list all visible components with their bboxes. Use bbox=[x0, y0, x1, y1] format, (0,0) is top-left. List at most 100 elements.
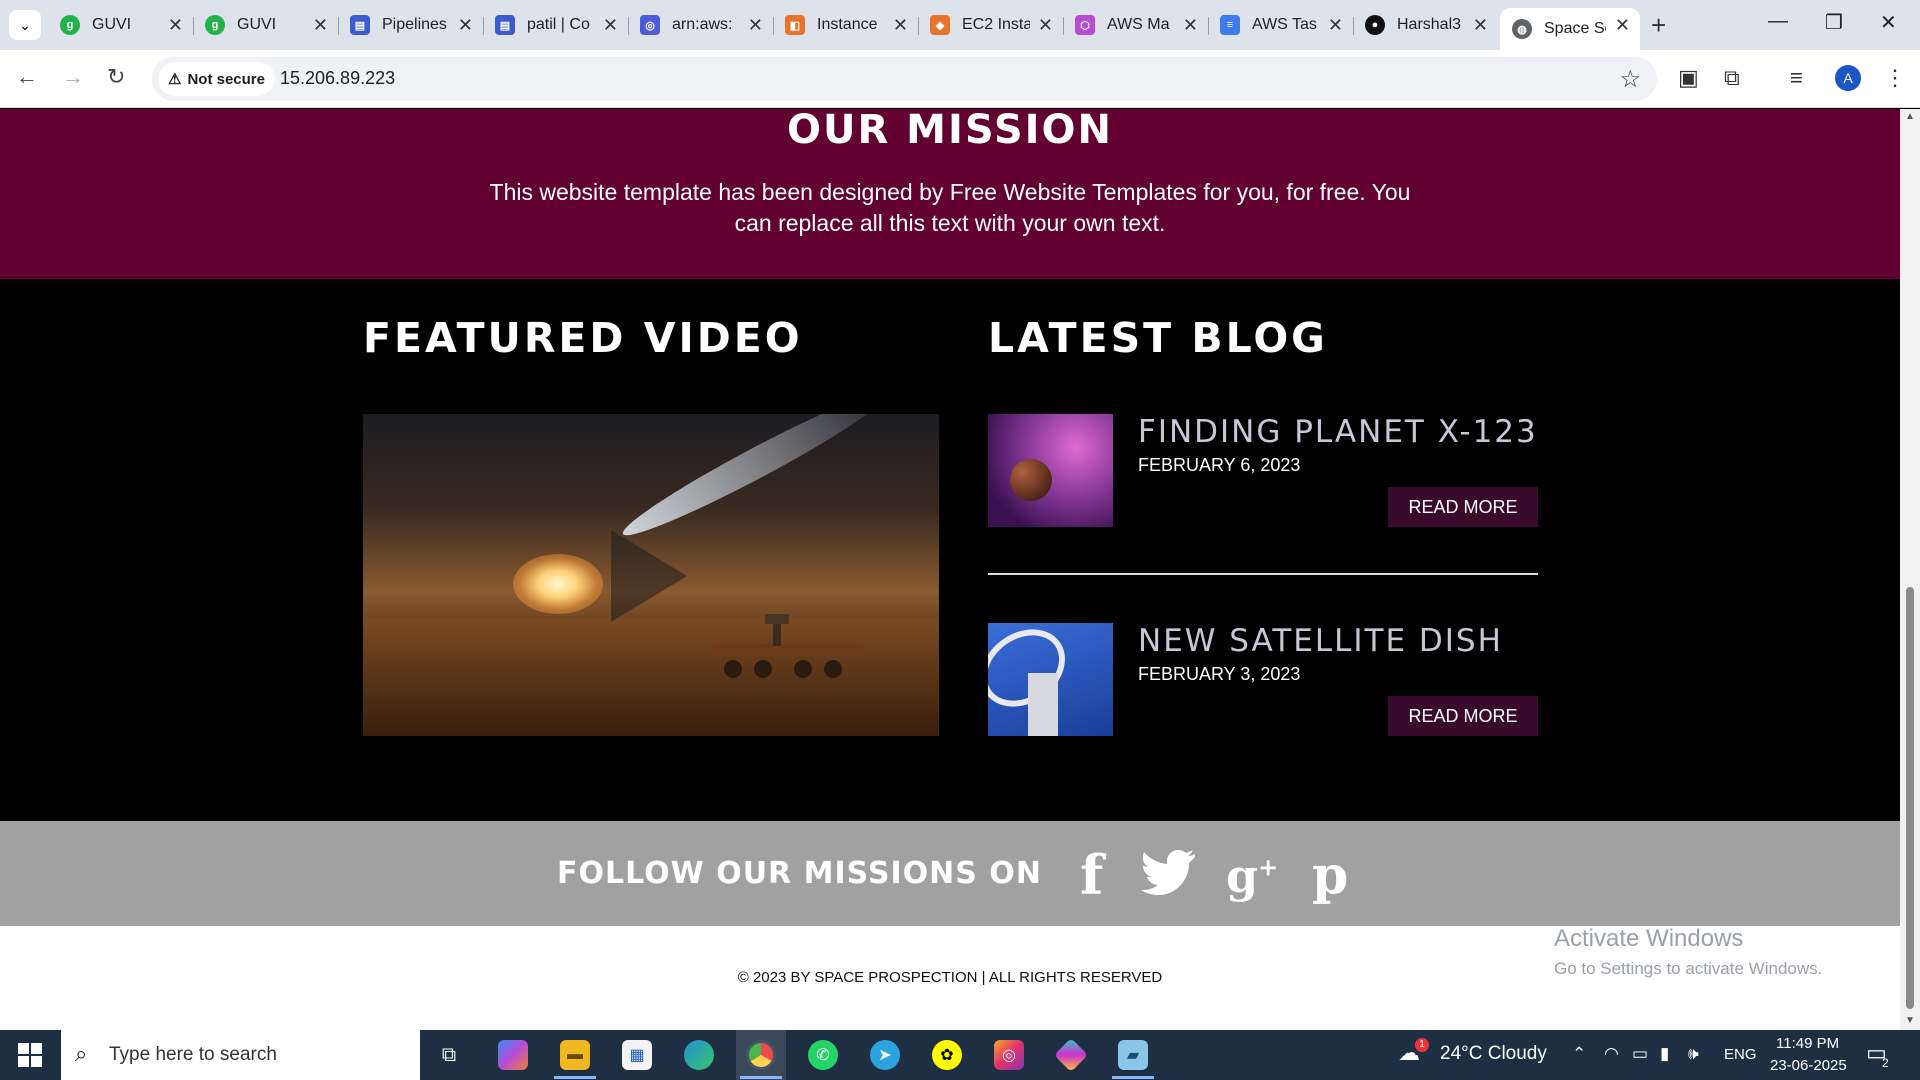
scroll-down-icon[interactable]: ▼ bbox=[1905, 1015, 1915, 1026]
blog-thumbnail-satellite[interactable] bbox=[988, 623, 1113, 736]
tab-space-active[interactable]: ◍ Space Sc ✕ bbox=[1500, 8, 1640, 50]
close-tab-icon[interactable]: ✕ bbox=[168, 15, 183, 36]
windows-taskbar: ⌕ Type here to search ⧉ ▬ ▦ ✆ ➤ ✿ ◎ ▰ ☁ … bbox=[0, 1030, 1920, 1080]
close-tab-icon[interactable]: ✕ bbox=[1183, 15, 1198, 36]
notepad-icon[interactable]: ▰ bbox=[1118, 1040, 1148, 1070]
telegram-icon[interactable]: ➤ bbox=[870, 1040, 900, 1070]
app-diamond-icon[interactable] bbox=[1054, 1038, 1088, 1072]
weather-text[interactable]: 24°C Cloudy bbox=[1440, 1043, 1547, 1065]
clock-time[interactable]: 11:49 PM bbox=[1776, 1035, 1839, 1052]
site-security-chip[interactable]: ⚠ Not secure bbox=[158, 62, 275, 96]
chevron-up-icon[interactable]: ⌃ bbox=[1572, 1044, 1586, 1064]
meet-now-icon[interactable]: ▭ bbox=[1632, 1044, 1648, 1064]
activate-windows-watermark: Activate Windows bbox=[1554, 925, 1744, 952]
instagram-icon[interactable]: ◎ bbox=[994, 1040, 1024, 1070]
aws-ec2-icon: ◧ bbox=[785, 15, 805, 35]
globe-icon: ◍ bbox=[1512, 19, 1532, 39]
google-plus-icon[interactable]: g+ bbox=[1226, 849, 1278, 903]
tab-guvi-2[interactable]: g GUVI ✕ bbox=[193, 8, 339, 42]
warning-icon: ⚠ bbox=[168, 71, 182, 88]
close-tab-icon[interactable]: ✕ bbox=[1328, 15, 1343, 36]
browser-tab-bar: ⌄ g GUVI ✕ g GUVI ✕ ▤ Pipelines ✕ ▤ pati… bbox=[0, 0, 1920, 50]
restore-icon[interactable]: ❐ bbox=[1825, 10, 1843, 35]
close-tab-icon[interactable]: ✕ bbox=[1038, 15, 1053, 36]
more-menu-icon[interactable]: ⋮ bbox=[1884, 65, 1906, 91]
blog-thumbnail-planet[interactable] bbox=[988, 414, 1113, 527]
read-more-button[interactable]: READ MORE bbox=[1388, 487, 1538, 527]
address-bar[interactable]: ⚠ Not secure 15.206.89.223 ☆ bbox=[152, 57, 1657, 101]
scrollbar-thumb[interactable] bbox=[1906, 587, 1914, 1009]
edge-icon[interactable] bbox=[684, 1040, 714, 1070]
tab-patil[interactable]: ▤ patil | Co ✕ bbox=[483, 8, 629, 42]
aws-icon: ◎ bbox=[640, 15, 660, 35]
snapchat-icon[interactable]: ✿ bbox=[932, 1040, 962, 1070]
blog-post-title[interactable]: FINDING PLANET X-123 bbox=[1138, 414, 1538, 450]
github-icon: ● bbox=[1365, 15, 1385, 35]
taskbar-search-box[interactable]: ⌕ Type here to search bbox=[61, 1030, 420, 1080]
follow-section: FOLLOW OUR MISSIONS ON f g+ p bbox=[0, 821, 1900, 926]
blog-post-date: FEBRUARY 6, 2023 bbox=[1138, 455, 1301, 475]
tab-ec2-instances[interactable]: ◆ EC2 Insta ✕ bbox=[918, 8, 1064, 42]
close-tab-icon[interactable]: ✕ bbox=[893, 15, 908, 36]
reload-icon[interactable]: ↻ bbox=[107, 64, 125, 90]
minimize-icon[interactable]: — bbox=[1768, 10, 1788, 33]
video-thumbnail-sun bbox=[513, 554, 603, 614]
close-tab-icon[interactable]: ✕ bbox=[458, 15, 473, 36]
tab-guvi-1[interactable]: g GUVI ✕ bbox=[48, 8, 194, 42]
page-scrollbar[interactable]: ▲ ▼ bbox=[1900, 109, 1920, 1030]
featured-video-player[interactable] bbox=[363, 414, 939, 736]
clock-date[interactable]: 23-06-2025 bbox=[1770, 1057, 1847, 1074]
back-icon[interactable]: ← bbox=[16, 64, 38, 90]
read-more-button[interactable]: READ MORE bbox=[1388, 696, 1538, 736]
tab-search-button[interactable]: ⌄ bbox=[9, 10, 41, 40]
chevron-down-icon: ⌄ bbox=[19, 16, 31, 33]
tab-arn-aws[interactable]: ◎ arn:aws: ✕ bbox=[628, 8, 774, 42]
close-tab-icon[interactable]: ✕ bbox=[603, 15, 618, 36]
new-tab-button[interactable]: + bbox=[1651, 10, 1666, 41]
twitter-icon[interactable] bbox=[1140, 849, 1196, 897]
blog-post-title[interactable]: NEW SATELLITE DISH bbox=[1138, 623, 1503, 659]
tab-aws-ma[interactable]: ⬡ AWS Ma ✕ bbox=[1063, 8, 1209, 42]
media-controls-icon[interactable]: ≡ bbox=[1790, 65, 1803, 91]
wallet-extension-icon[interactable]: ▣ bbox=[1678, 65, 1699, 91]
close-window-icon[interactable]: ✕ bbox=[1880, 10, 1897, 35]
pinterest-icon[interactable]: p bbox=[1312, 845, 1348, 906]
tab-aws-tas[interactable]: ≡ AWS Tas ✕ bbox=[1208, 8, 1354, 42]
close-tab-icon[interactable]: ✕ bbox=[313, 15, 328, 36]
close-tab-icon[interactable]: ✕ bbox=[748, 15, 763, 36]
task-view-icon[interactable]: ⧉ bbox=[434, 1040, 464, 1070]
scroll-up-icon[interactable]: ▲ bbox=[1905, 111, 1915, 122]
tab-pipelines[interactable]: ▤ Pipelines ✕ bbox=[338, 8, 484, 42]
close-tab-icon[interactable]: ✕ bbox=[1615, 15, 1630, 36]
play-icon[interactable] bbox=[611, 530, 687, 622]
windows-start-icon[interactable] bbox=[18, 1043, 42, 1072]
blog-divider bbox=[988, 573, 1538, 575]
activate-windows-hint: Go to Settings to activate Windows. bbox=[1554, 959, 1823, 978]
copilot-icon[interactable] bbox=[498, 1040, 528, 1070]
microsoft-store-icon[interactable]: ▦ bbox=[622, 1040, 652, 1070]
profile-avatar[interactable]: A bbox=[1835, 65, 1861, 91]
aws-box-icon: ⬡ bbox=[1075, 15, 1095, 35]
url-text[interactable]: 15.206.89.223 bbox=[280, 68, 395, 89]
azure-devops-icon: ▤ bbox=[495, 15, 515, 35]
tab-github[interactable]: ● Harshal3 ✕ bbox=[1353, 8, 1498, 42]
volume-icon[interactable]: 🕪 bbox=[1688, 1044, 1699, 1064]
network-icon[interactable]: ◠ bbox=[1604, 1044, 1619, 1064]
close-tab-icon[interactable]: ✕ bbox=[1473, 15, 1488, 36]
extensions-puzzle-icon[interactable]: ⧉ bbox=[1724, 65, 1740, 91]
tab-instance[interactable]: ◧ Instance ✕ bbox=[773, 8, 919, 42]
video-thumbnail-rover bbox=[713, 614, 863, 678]
weather-badge: 1 bbox=[1415, 1038, 1429, 1052]
browser-toolbar: ← → ↻ ⚠ Not secure 15.206.89.223 ☆ ▣ ⧉ ≡… bbox=[0, 50, 1920, 108]
blog-post-date: FEBRUARY 3, 2023 bbox=[1138, 664, 1301, 684]
bookmark-star-icon[interactable]: ☆ bbox=[1619, 65, 1641, 94]
mission-text: This website template has been designed … bbox=[489, 179, 1411, 236]
language-indicator[interactable]: ENG bbox=[1724, 1046, 1757, 1063]
forward-icon[interactable]: → bbox=[62, 64, 84, 90]
whatsapp-icon[interactable]: ✆ bbox=[808, 1040, 838, 1070]
battery-icon[interactable]: ▮ bbox=[1660, 1044, 1669, 1064]
google-docs-icon: ≡ bbox=[1220, 15, 1240, 35]
file-explorer-icon[interactable]: ▬ bbox=[560, 1040, 590, 1070]
latest-blog-title: LATEST BLOG bbox=[988, 314, 1328, 362]
facebook-icon[interactable]: f bbox=[1080, 843, 1103, 907]
